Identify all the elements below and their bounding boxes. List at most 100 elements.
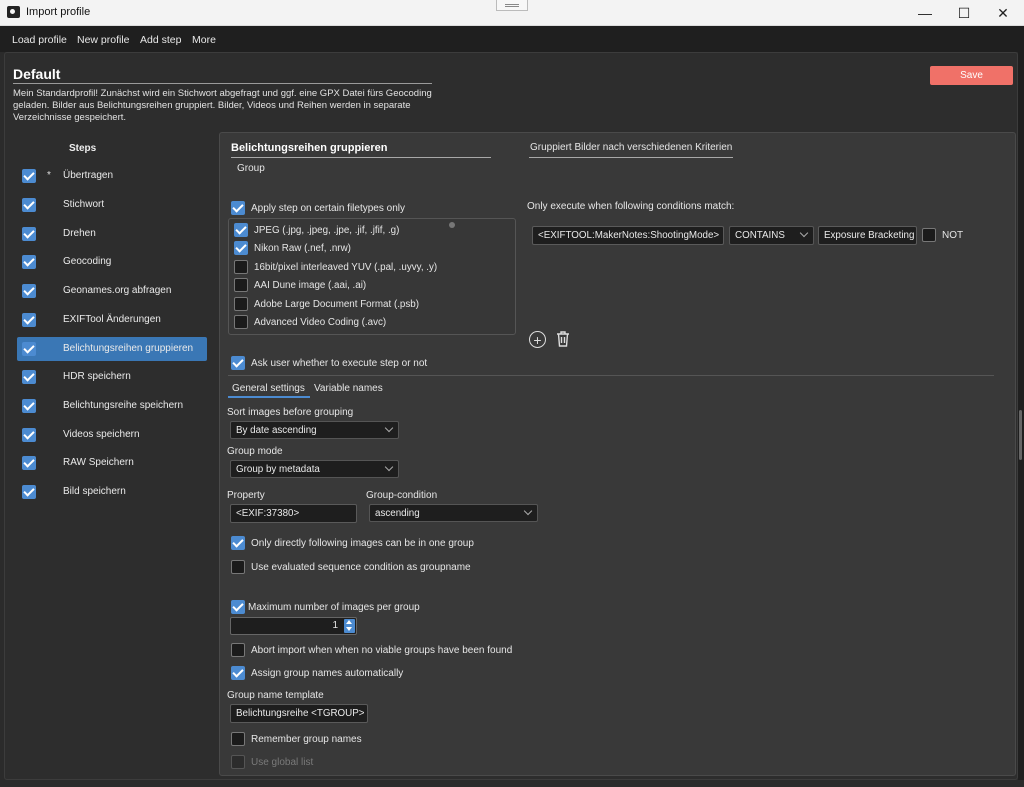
filetype-checkbox[interactable] bbox=[234, 278, 248, 292]
add-condition-icon[interactable]: + bbox=[529, 331, 546, 348]
step-item-hdr[interactable]: HDR speichern bbox=[17, 365, 207, 389]
step-item-geocoding[interactable]: Geocoding bbox=[17, 250, 207, 274]
only-following-label: Only directly following images can be in… bbox=[251, 537, 474, 549]
property-input[interactable]: <EXIF:37380> bbox=[230, 504, 357, 523]
step-title-input[interactable]: Belichtungsreihen gruppieren bbox=[231, 142, 387, 154]
template-input[interactable]: Belichtungsreihe <TGROUP> bbox=[230, 704, 368, 723]
scrollbar[interactable] bbox=[1019, 410, 1022, 460]
drag-handle-icon[interactable] bbox=[496, 0, 528, 11]
max-images-stepper[interactable]: 1 bbox=[230, 617, 357, 635]
step-checkbox[interactable] bbox=[22, 198, 36, 212]
maximize-button[interactable]: ☐ bbox=[944, 0, 984, 26]
step-checkbox[interactable] bbox=[22, 342, 36, 356]
step-description-input[interactable]: Gruppiert Bilder nach verschiedenen Krit… bbox=[530, 142, 732, 153]
filetype-item[interactable]: Adobe Large Document Format (.psb) bbox=[234, 297, 419, 311]
step-item-drehen[interactable]: Drehen bbox=[17, 222, 207, 246]
condition-value-input[interactable]: Exposure Bracketing bbox=[818, 226, 917, 245]
step-label: Stichwort bbox=[63, 199, 105, 210]
condition-not-checkbox[interactable] bbox=[922, 228, 936, 242]
step-checkbox[interactable] bbox=[22, 227, 36, 241]
step-item-uebertragen[interactable]: * Übertragen bbox=[17, 164, 207, 188]
abort-checkbox[interactable] bbox=[231, 643, 245, 657]
assign-names-row[interactable]: Assign group names automatically bbox=[231, 666, 403, 680]
section-divider bbox=[228, 375, 994, 376]
tab-general-settings[interactable]: General settings bbox=[232, 383, 305, 394]
use-evaluated-row[interactable]: Use evaluated sequence condition as grou… bbox=[231, 560, 471, 574]
max-images-row[interactable]: Maximum number of images per group bbox=[231, 600, 420, 614]
steps-title: Steps bbox=[69, 143, 97, 154]
filetype-only-checkbox[interactable] bbox=[231, 201, 245, 215]
chevron-down-icon bbox=[384, 423, 394, 433]
step-item-geonames[interactable]: Geonames.org abfragen bbox=[17, 279, 207, 303]
global-list-checkbox bbox=[231, 755, 245, 769]
step-checkbox[interactable] bbox=[22, 456, 36, 470]
profile-description[interactable]: Mein Standardprofil! Zunächst wird ein S… bbox=[13, 88, 443, 124]
step-checkbox[interactable] bbox=[22, 313, 36, 327]
condition-operator-value: CONTAINS bbox=[735, 230, 785, 241]
condition-operator-select[interactable]: CONTAINS bbox=[729, 226, 814, 245]
filetype-checkbox[interactable] bbox=[234, 260, 248, 274]
step-checkbox[interactable] bbox=[22, 169, 36, 183]
step-item-videos[interactable]: Videos speichern bbox=[17, 423, 207, 447]
tab-variable-names[interactable]: Variable names bbox=[314, 383, 383, 394]
condition-field-input[interactable]: <EXIFTOOL:MakerNotes:ShootingMode> bbox=[532, 226, 724, 245]
max-images-checkbox[interactable] bbox=[231, 600, 245, 614]
step-checkbox[interactable] bbox=[22, 428, 36, 442]
filetype-item[interactable]: Nikon Raw (.nef, .nrw) bbox=[234, 241, 351, 255]
step-label: EXIFTool Änderungen bbox=[63, 314, 161, 325]
max-images-value[interactable]: 1 bbox=[332, 620, 338, 631]
step-detail-panel: Belichtungsreihen gruppieren Group Grupp… bbox=[219, 132, 1016, 776]
filetype-only-row[interactable]: Apply step on certain filetypes only bbox=[231, 201, 405, 215]
list-scroll-indicator[interactable] bbox=[449, 222, 455, 228]
group-condition-select[interactable]: ascending bbox=[369, 504, 538, 522]
menu-new-profile[interactable]: New profile bbox=[77, 34, 130, 46]
menu-load-profile[interactable]: Load profile bbox=[12, 34, 67, 46]
filetype-item[interactable]: 16bit/pixel interleaved YUV (.pal, .uyvy… bbox=[234, 260, 437, 274]
minimize-button[interactable]: — bbox=[905, 0, 945, 26]
condition-not-row[interactable]: NOT bbox=[922, 228, 963, 242]
ask-user-checkbox[interactable] bbox=[231, 356, 245, 370]
save-button[interactable]: Save bbox=[930, 66, 1013, 85]
menu-add-step[interactable]: Add step bbox=[140, 34, 181, 46]
group-mode-select[interactable]: Group by metadata bbox=[230, 460, 399, 478]
step-item-exiftool[interactable]: EXIFTool Änderungen bbox=[17, 308, 207, 332]
filetype-checkbox[interactable] bbox=[234, 297, 248, 311]
abort-row[interactable]: Abort import when when no viable groups … bbox=[231, 643, 512, 657]
property-label: Property bbox=[227, 490, 265, 501]
close-button[interactable]: ✕ bbox=[983, 0, 1023, 26]
filetype-checkbox[interactable] bbox=[234, 241, 248, 255]
delete-condition-icon[interactable] bbox=[555, 330, 571, 348]
filetype-item[interactable]: JPEG (.jpg, .jpeg, .jpe, .jif, .jfif, .g… bbox=[234, 223, 399, 237]
step-checkbox[interactable] bbox=[22, 255, 36, 269]
filetype-checkbox[interactable] bbox=[234, 223, 248, 237]
menu-bar: Load profile New profile Add step More bbox=[0, 26, 1024, 52]
use-evaluated-checkbox[interactable] bbox=[231, 560, 245, 574]
step-item-belichtungsreihen[interactable]: Belichtungsreihen gruppieren bbox=[17, 337, 207, 361]
ask-user-row[interactable]: Ask user whether to execute step or not bbox=[231, 356, 427, 370]
chevron-up-icon[interactable] bbox=[346, 620, 352, 624]
step-checkbox[interactable] bbox=[22, 485, 36, 499]
stepper-buttons[interactable] bbox=[344, 619, 355, 633]
step-checkbox[interactable] bbox=[22, 399, 36, 413]
filetype-item[interactable]: AAI Dune image (.aai, .ai) bbox=[234, 278, 366, 292]
step-item-belichtungsreihe-speichern[interactable]: Belichtungsreihe speichern bbox=[17, 394, 207, 418]
step-label: Belichtungsreihen gruppieren bbox=[63, 343, 194, 354]
step-item-stichwort[interactable]: Stichwort bbox=[17, 193, 207, 217]
only-following-row[interactable]: Only directly following images can be in… bbox=[231, 536, 474, 550]
only-following-checkbox[interactable] bbox=[231, 536, 245, 550]
step-checkbox[interactable] bbox=[22, 284, 36, 298]
remember-row[interactable]: Remember group names bbox=[231, 732, 362, 746]
assign-names-checkbox[interactable] bbox=[231, 666, 245, 680]
filetype-list[interactable]: JPEG (.jpg, .jpeg, .jpe, .jif, .jfif, .g… bbox=[228, 218, 516, 335]
profile-name-input[interactable]: Default bbox=[13, 66, 60, 82]
step-checkbox[interactable] bbox=[22, 370, 36, 384]
step-item-raw[interactable]: RAW Speichern bbox=[17, 451, 207, 475]
step-item-bild[interactable]: Bild speichern bbox=[17, 480, 207, 504]
chevron-down-icon[interactable] bbox=[346, 627, 352, 631]
remember-checkbox[interactable] bbox=[231, 732, 245, 746]
filetype-only-label: Apply step on certain filetypes only bbox=[251, 202, 405, 214]
filetype-item[interactable]: Advanced Video Coding (.avc) bbox=[234, 315, 386, 329]
sort-select[interactable]: By date ascending bbox=[230, 421, 399, 439]
filetype-checkbox[interactable] bbox=[234, 315, 248, 329]
menu-more[interactable]: More bbox=[192, 34, 216, 46]
